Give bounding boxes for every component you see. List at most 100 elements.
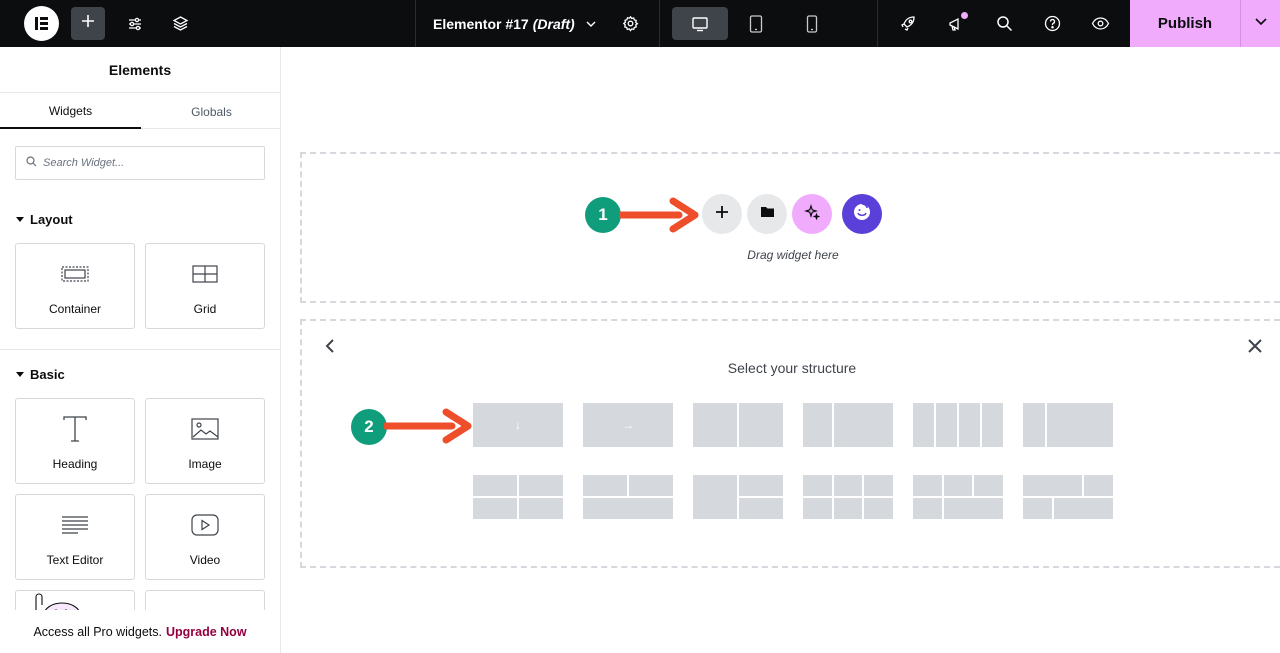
preset-cell — [1023, 475, 1083, 496]
widget-label: Grid — [193, 302, 217, 316]
publish-options-button[interactable] — [1240, 0, 1280, 47]
preset-cell — [864, 475, 893, 496]
launchpad-button[interactable] — [894, 0, 922, 47]
assistant-button[interactable] — [842, 194, 882, 234]
widget-video[interactable]: Video — [145, 494, 265, 580]
container-icon — [16, 258, 134, 290]
sliders-icon — [127, 16, 143, 32]
preset-cell — [1084, 475, 1113, 496]
category-label: Basic — [30, 366, 65, 382]
preset-cell — [519, 475, 563, 496]
tablet-view-button[interactable] — [742, 0, 770, 47]
category-divider — [0, 349, 280, 350]
widget-container[interactable]: Container — [15, 243, 135, 329]
document-title[interactable]: Elementor #17 (Draft) — [433, 0, 597, 47]
preset-cell — [803, 498, 832, 519]
preset-cell — [913, 403, 934, 447]
text-editor-icon — [16, 509, 134, 541]
preset-three-by-two[interactable] — [803, 475, 893, 519]
pointer-arrow-icon — [384, 408, 472, 444]
pointer-arrow-icon — [619, 197, 699, 233]
finder-button[interactable] — [990, 0, 1018, 47]
assistant-face-icon — [851, 201, 873, 228]
widget-label: Image — [188, 457, 222, 471]
add-element-button[interactable] — [71, 7, 105, 40]
rocket-icon — [900, 15, 917, 32]
preset-flexbox-row[interactable]: → — [583, 403, 673, 447]
preset-cell — [473, 498, 517, 519]
ai-sparkle-icon — [804, 203, 821, 225]
arrow-right-icon: → — [583, 403, 673, 447]
preset-cell — [1053, 498, 1113, 519]
mobile-icon — [806, 14, 818, 33]
preset-cell — [739, 475, 783, 496]
elementor-logo-icon[interactable] — [24, 6, 59, 41]
category-basic[interactable]: Basic — [16, 364, 65, 384]
tablet-icon — [749, 14, 763, 33]
preset-cell — [833, 498, 863, 519]
close-button[interactable] — [1245, 338, 1265, 358]
preset-left-tall-right-stacked[interactable] — [693, 475, 783, 519]
preset-cell — [913, 498, 942, 519]
preset-one-fourth-three-fourths[interactable] — [1023, 403, 1113, 447]
upgrade-link[interactable]: Upgrade Now — [166, 625, 247, 639]
topbar-divider — [659, 0, 660, 47]
tab-globals[interactable]: Globals — [141, 94, 280, 129]
preset-two-top-one-bottom[interactable] — [583, 475, 673, 519]
empty-section-dropzone[interactable] — [300, 152, 1280, 303]
megaphone-icon — [947, 11, 968, 33]
document-status: (Draft) — [532, 15, 575, 32]
drag-widget-hint: Drag widget here — [747, 248, 839, 262]
preset-two-by-two[interactable] — [473, 475, 563, 519]
help-button[interactable] — [1038, 0, 1066, 47]
preset-cell — [936, 403, 957, 447]
preset-cell — [693, 403, 737, 447]
desktop-icon — [691, 16, 709, 32]
preset-cell — [959, 403, 980, 447]
publish-button[interactable]: Publish — [1130, 0, 1240, 47]
step-marker-2: 2 — [351, 409, 387, 445]
add-new-section-button[interactable] — [702, 194, 742, 234]
widget-text-editor[interactable]: Text Editor — [15, 494, 135, 580]
preset-cell — [834, 403, 893, 447]
preset-one-third-two-thirds[interactable] — [803, 403, 893, 447]
preset-cell — [943, 498, 1003, 519]
structure-button[interactable] — [165, 0, 195, 47]
preset-offset-rows[interactable] — [1023, 475, 1113, 519]
category-layout[interactable]: Layout — [16, 209, 73, 229]
back-button[interactable] — [320, 338, 340, 358]
widget-heading[interactable]: Heading — [15, 398, 135, 484]
preset-two-columns[interactable] — [693, 403, 783, 447]
preset-four-columns[interactable] — [913, 403, 1003, 447]
arrow-down-icon: ↓ — [473, 403, 563, 447]
tab-widgets[interactable]: Widgets — [0, 94, 141, 129]
preset-three-top-two-bottom[interactable] — [913, 475, 1003, 519]
grid-icon — [146, 258, 264, 290]
ai-build-button[interactable] — [792, 194, 832, 234]
structure-title: Select your structure — [727, 360, 857, 376]
preset-cell — [739, 498, 783, 519]
preset-cell — [1023, 403, 1045, 447]
preview-button[interactable] — [1086, 0, 1114, 47]
preset-cell — [583, 498, 673, 519]
add-template-button[interactable] — [747, 194, 787, 234]
site-settings-button[interactable] — [120, 0, 150, 47]
preset-cell — [864, 498, 893, 519]
search-input[interactable] — [43, 157, 243, 169]
chevron-down-icon[interactable] — [585, 18, 597, 30]
preset-cell — [739, 403, 783, 447]
search-field[interactable] — [15, 146, 265, 180]
mobile-view-button[interactable] — [798, 0, 826, 47]
preset-cell — [833, 475, 863, 496]
preset-cell — [693, 475, 737, 519]
preset-cell — [629, 475, 673, 496]
page-settings-button[interactable] — [615, 0, 645, 47]
preset-flexbox-column[interactable]: ↓ — [473, 403, 563, 447]
widget-image[interactable]: Image — [145, 398, 265, 484]
preset-cell — [803, 475, 832, 496]
heading-icon — [16, 413, 134, 445]
whats-new-button[interactable] — [942, 0, 970, 47]
panel-title: Elements — [0, 47, 280, 93]
desktop-view-button[interactable] — [672, 0, 728, 47]
widget-grid[interactable]: Grid — [145, 243, 265, 329]
